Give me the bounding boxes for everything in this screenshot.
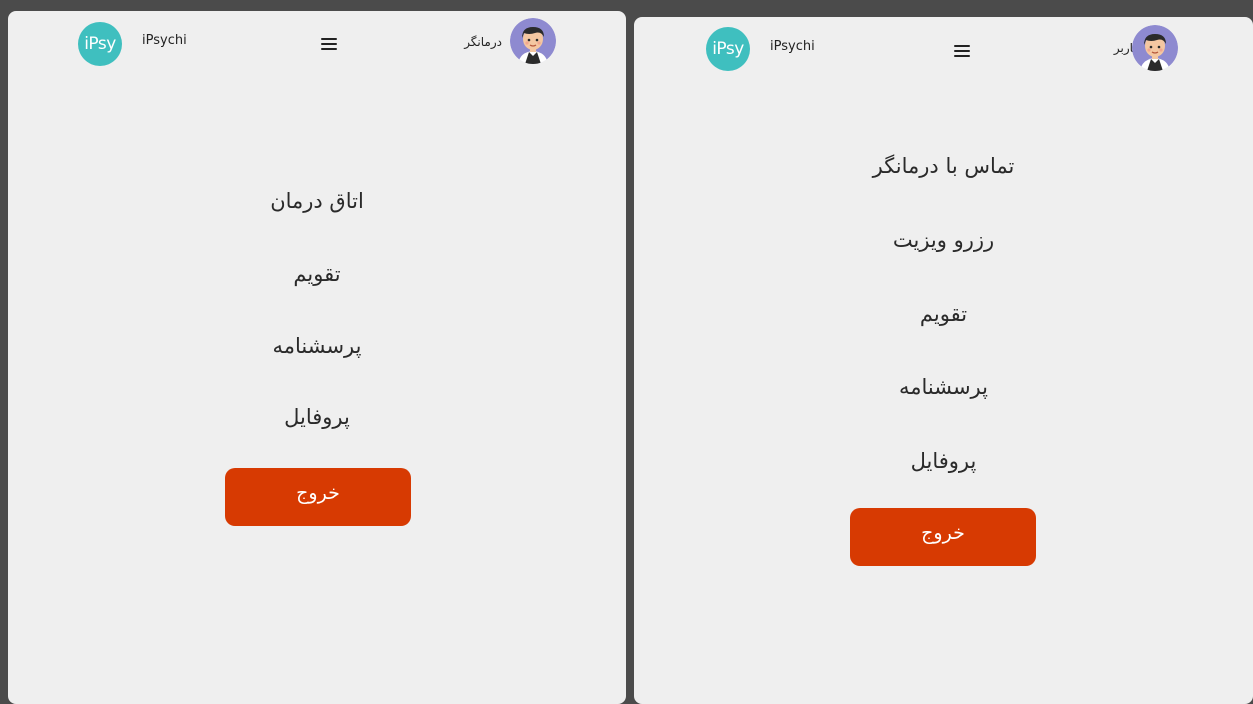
menu-item-therapy-room[interactable]: اتاق درمان [8, 189, 626, 213]
menu-item-profile[interactable]: پروفایل [8, 405, 626, 429]
menu-item-contact-therapist[interactable]: تماس با درمانگر [634, 154, 1253, 178]
app-logo[interactable]: iPsy [78, 22, 122, 66]
menu-item-calendar[interactable]: تقویم [8, 262, 626, 286]
app-name: iPsychi [770, 39, 815, 54]
therapist-menu-screen: iPsy iPsychi درمانگر اتاق درمان تقویم پر… [8, 11, 626, 704]
avatar-icon[interactable] [510, 18, 556, 64]
header-bar: iPsy iPsychi درمانگر [8, 11, 626, 75]
user-role-label: درمانگر [464, 35, 502, 49]
app-logo[interactable]: iPsy [706, 27, 750, 71]
logout-button[interactable]: خروج [225, 468, 411, 526]
user-menu-screen: iPsy iPsychi کاربر تماس با درمانگر رزرو … [634, 17, 1253, 704]
hamburger-icon[interactable] [954, 45, 970, 57]
avatar-icon[interactable] [1132, 25, 1178, 71]
hamburger-icon[interactable] [321, 38, 337, 50]
app-name: iPsychi [142, 33, 187, 48]
menu-item-calendar[interactable]: تقویم [634, 302, 1253, 326]
menu-item-questionnaire[interactable]: پرسشنامه [8, 334, 626, 358]
header-bar: iPsy iPsychi کاربر [634, 17, 1253, 81]
menu-item-profile[interactable]: پروفایل [634, 449, 1253, 473]
logout-button[interactable]: خروج [850, 508, 1036, 566]
menu-item-questionnaire[interactable]: پرسشنامه [634, 375, 1253, 399]
menu-item-book-visit[interactable]: رزرو ویزیت [634, 228, 1253, 252]
